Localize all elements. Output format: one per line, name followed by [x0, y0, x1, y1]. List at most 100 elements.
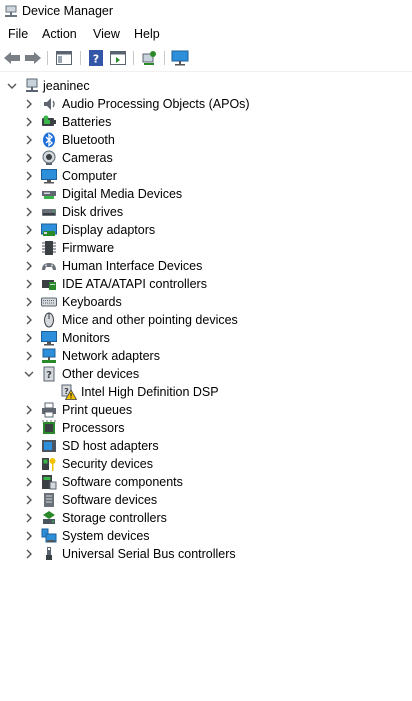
chevron-right-icon[interactable]: [23, 170, 35, 182]
tree-item-monitors-label: Monitors: [62, 331, 110, 345]
chevron-right-icon[interactable]: [23, 134, 35, 146]
menu-help[interactable]: Help: [134, 27, 160, 41]
tree-item-audio-processing-objects-apos[interactable]: Audio Processing Objects (APOs): [0, 95, 412, 113]
tree-item-network-adapters[interactable]: Network adapters: [0, 347, 412, 365]
tree-item-bluetooth-label: Bluetooth: [62, 133, 115, 147]
chevron-right-icon[interactable]: [23, 512, 35, 524]
show-hide-console-tree-button[interactable]: [54, 48, 74, 68]
chevron-right-icon[interactable]: [23, 278, 35, 290]
chevron-right-icon[interactable]: [23, 548, 35, 560]
help-icon: ?: [89, 50, 103, 66]
tree-item-system-devices[interactable]: System devices: [0, 527, 412, 545]
toolbar-separator: [133, 51, 134, 65]
help-button[interactable]: ?: [86, 48, 106, 68]
tree-item-bluetooth[interactable]: Bluetooth: [0, 131, 412, 149]
menu-action[interactable]: Action: [42, 27, 77, 41]
tree-item-batteries[interactable]: Batteries: [0, 113, 412, 131]
device-manager-app-icon: [5, 5, 17, 17]
bluetooth-icon: [43, 132, 55, 148]
display-device-button[interactable]: [170, 48, 190, 68]
chevron-right-icon[interactable]: [23, 296, 35, 308]
chevron-right-icon[interactable]: [23, 404, 35, 416]
chevron-right-icon[interactable]: [23, 242, 35, 254]
window-title: Device Manager: [22, 4, 114, 18]
chevron-right-icon[interactable]: [23, 260, 35, 272]
chevron-right-icon[interactable]: [23, 494, 35, 506]
chevron-right-icon[interactable]: [23, 440, 35, 452]
chevron-right-icon[interactable]: [23, 458, 35, 470]
action-pane-button[interactable]: [108, 48, 128, 68]
chevron-right-icon[interactable]: [23, 98, 35, 110]
tree-item-security-devices[interactable]: Security devices: [0, 455, 412, 473]
tree-item-software-components[interactable]: Software components: [0, 473, 412, 491]
tree-item-software-components-label: Software components: [62, 475, 183, 489]
chevron-right-icon[interactable]: [23, 152, 35, 164]
tree-item-display-adaptors-label: Display adaptors: [62, 223, 156, 237]
chevron-down-icon[interactable]: [6, 80, 18, 92]
back-button[interactable]: [2, 48, 22, 68]
chevron-right-icon[interactable]: [23, 350, 35, 362]
tree-item-other-devices[interactable]: ? Other devices: [0, 365, 412, 383]
chevron-right-icon[interactable]: [23, 332, 35, 344]
tree-item-universal-serial-bus-controllers[interactable]: Universal Serial Bus controllers: [0, 545, 412, 563]
scan-hardware-changes-button[interactable]: [139, 48, 159, 68]
chevron-right-icon[interactable]: [23, 188, 35, 200]
forward-button[interactable]: [23, 48, 43, 68]
chevron-right-icon[interactable]: [23, 530, 35, 542]
tree-item-keyboards-label: Keyboards: [62, 295, 122, 309]
tree-item-disk-drives[interactable]: Disk drives: [0, 203, 412, 221]
firmware-chip-icon: [42, 241, 56, 255]
processor-icon: [42, 420, 56, 434]
chevron-right-icon[interactable]: [23, 422, 35, 434]
tree-item-disk-drives-label: Disk drives: [62, 205, 124, 219]
tree-item-intel-high-definition-dsp-label: Intel High Definition DSP: [81, 385, 219, 399]
tree-item-mice-and-other-pointing-devices-label: Mice and other pointing devices: [62, 313, 238, 327]
warning-device-icon: ?: [61, 384, 77, 400]
tree-item-mice-and-other-pointing-devices[interactable]: Mice and other pointing devices: [0, 311, 412, 329]
tree-item-storage-controllers[interactable]: Storage controllers: [0, 509, 412, 527]
tree-item-processors[interactable]: Processors: [0, 419, 412, 437]
chevron-right-icon[interactable]: [23, 206, 35, 218]
media-device-icon: [42, 191, 56, 199]
toolbar-separator: [164, 51, 165, 65]
tree-item-ide-ata-atapi-controllers[interactable]: IDE ATA/ATAPI controllers: [0, 275, 412, 293]
chevron-right-icon[interactable]: [23, 314, 35, 326]
tree-item-keyboards[interactable]: Keyboards: [0, 293, 412, 311]
tree-item-computer[interactable]: Computer: [0, 167, 412, 185]
speaker-icon: [44, 98, 55, 110]
chevron-right-icon[interactable]: [23, 224, 35, 236]
unknown-device-icon: ?: [43, 366, 55, 382]
tree-item-print-queues[interactable]: Print queues: [0, 401, 412, 419]
tree-item-firmware[interactable]: Firmware: [0, 239, 412, 257]
tree-item-display-adaptors[interactable]: Display adaptors: [0, 221, 412, 239]
tree-item-software-devices-label: Software devices: [62, 493, 158, 507]
chevron-right-icon[interactable]: [23, 476, 35, 488]
tree-item-storage-controllers-label: Storage controllers: [62, 511, 167, 525]
tree-item-human-interface-devices[interactable]: Human Interface Devices: [0, 257, 412, 275]
tree-item-intel-high-definition-dsp[interactable]: ? Intel High Definition DSP: [0, 383, 412, 401]
computer-root-icon: [26, 78, 38, 92]
hid-icon: [42, 263, 56, 270]
network-adapter-icon: [42, 348, 56, 363]
tree-item-cameras[interactable]: Cameras: [0, 149, 412, 167]
display-adapter-icon: [41, 223, 57, 236]
chevron-right-icon[interactable]: [23, 116, 35, 128]
sd-host-icon: [42, 440, 56, 452]
tree-item-print-queues-label: Print queues: [62, 403, 133, 417]
chevron-down-icon[interactable]: [23, 368, 35, 380]
tree-item-security-devices-label: Security devices: [62, 457, 154, 471]
tree-item-human-interface-devices-label: Human Interface Devices: [62, 259, 203, 273]
camera-icon: [42, 150, 56, 165]
tree-item-sd-host-adapters[interactable]: SD host adapters: [0, 437, 412, 455]
menu-file[interactable]: File: [8, 27, 28, 41]
tree-root-node[interactable]: jeaninec: [0, 77, 412, 95]
mouse-icon: [44, 312, 54, 328]
tree-item-software-devices[interactable]: Software devices: [0, 491, 412, 509]
tree-item-firmware-label: Firmware: [62, 241, 115, 255]
tree-item-system-devices-label: System devices: [62, 529, 150, 543]
svg-text:?: ?: [46, 370, 52, 381]
tree-item-monitors[interactable]: Monitors: [0, 329, 412, 347]
menu-view[interactable]: View: [93, 27, 120, 41]
tree-item-digital-media-devices[interactable]: Digital Media Devices: [0, 185, 412, 203]
disk-drive-icon: [42, 209, 56, 216]
